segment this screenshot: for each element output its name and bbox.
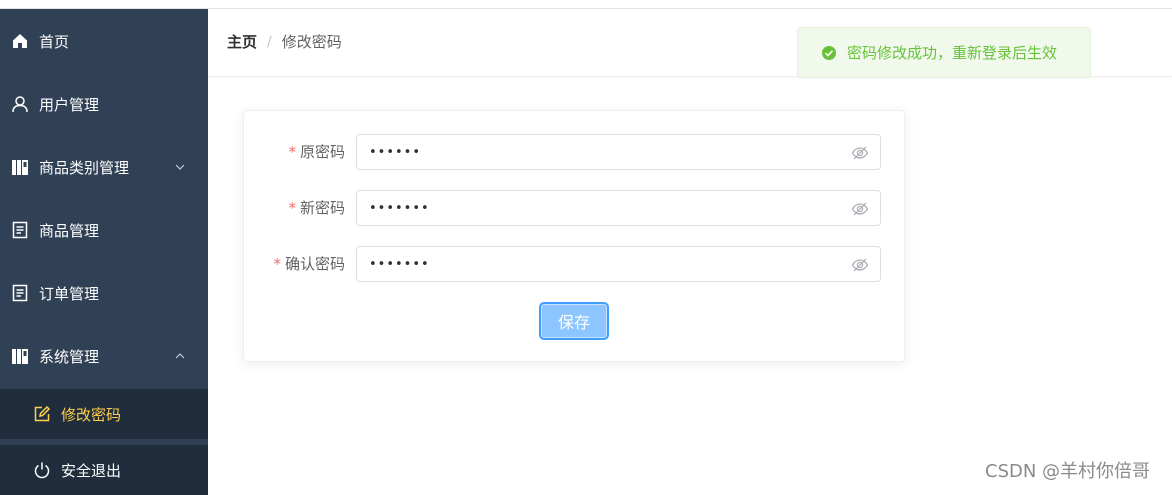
- old-password-input[interactable]: [357, 135, 837, 169]
- old-password-field[interactable]: [356, 134, 881, 170]
- confirm-password-label: * 确认密码: [273, 255, 345, 273]
- sidebar: 首页 用户管理 商品类别管理 商品管理 订单管理 系统管理 修改密码 安全退出: [0, 9, 208, 495]
- sidebar-item-orders[interactable]: 订单管理: [0, 265, 208, 321]
- sidebar-item-logout[interactable]: 安全退出: [0, 445, 208, 495]
- edit-icon: [33, 405, 51, 423]
- new-password-label: * 新密码: [288, 199, 345, 217]
- form-row-confirm-password: * 确认密码: [244, 246, 906, 282]
- category-icon: [11, 158, 29, 176]
- form-row-old-password: * 原密码: [244, 134, 906, 170]
- confirm-password-field[interactable]: [356, 246, 881, 282]
- breadcrumb-current: 修改密码: [281, 33, 342, 51]
- new-password-field[interactable]: [356, 190, 881, 226]
- top-border: [0, 0, 1172, 9]
- sidebar-item-label: 商品管理: [39, 221, 100, 240]
- success-check-icon: [821, 45, 837, 61]
- home-icon: [11, 32, 29, 50]
- save-button[interactable]: 保存: [539, 302, 609, 340]
- sidebar-item-category[interactable]: 商品类别管理: [0, 139, 208, 195]
- category-icon: [11, 347, 29, 365]
- breadcrumb-home[interactable]: 主页: [227, 31, 257, 52]
- success-message-text: 密码修改成功，重新登录后生效: [847, 44, 1058, 62]
- sidebar-item-label: 首页: [39, 32, 70, 51]
- sidebar-item-home[interactable]: 首页: [0, 13, 208, 69]
- sidebar-item-label: 商品类别管理: [39, 158, 130, 177]
- sidebar-item-users[interactable]: 用户管理: [0, 76, 208, 132]
- sidebar-item-label: 用户管理: [39, 95, 100, 114]
- confirm-password-input[interactable]: [357, 247, 837, 281]
- form-row-new-password: * 新密码: [244, 190, 906, 226]
- breadcrumb: 主页 / 修改密码: [227, 31, 342, 52]
- new-password-input[interactable]: [357, 191, 837, 225]
- sidebar-item-products[interactable]: 商品管理: [0, 202, 208, 258]
- sidebar-item-label: 订单管理: [39, 284, 100, 303]
- sidebar-item-label: 安全退出: [61, 461, 122, 480]
- eye-hidden-icon[interactable]: [851, 144, 869, 162]
- document-icon: [11, 284, 29, 302]
- sidebar-item-label: 修改密码: [61, 405, 122, 424]
- required-mark: *: [273, 255, 281, 273]
- change-password-card: *原密码 *新密码 *确认密码 保存: [243, 110, 905, 362]
- watermark: CSDN @羊村你倍哥: [985, 461, 1151, 482]
- chevron-up-icon: [175, 353, 185, 359]
- eye-hidden-icon[interactable]: [851, 200, 869, 218]
- sidebar-item-system[interactable]: 系统管理: [0, 328, 208, 384]
- success-message: 密码修改成功，重新登录后生效: [797, 27, 1091, 78]
- required-mark: *: [288, 143, 296, 161]
- power-icon: [33, 461, 51, 479]
- old-password-label: * 原密码: [288, 143, 345, 161]
- required-mark: *: [288, 199, 296, 217]
- eye-hidden-icon[interactable]: [851, 256, 869, 274]
- document-icon: [11, 221, 29, 239]
- user-icon: [11, 95, 29, 113]
- sidebar-item-label: 系统管理: [39, 347, 100, 366]
- chevron-down-icon: [175, 164, 185, 170]
- sidebar-item-change-password[interactable]: 修改密码: [0, 389, 208, 439]
- breadcrumb-separator: /: [267, 33, 272, 50]
